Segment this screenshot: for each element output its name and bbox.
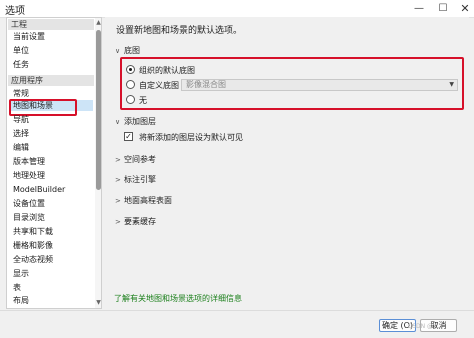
custom-basemap-select[interactable]: 影像混合图 ▼ bbox=[181, 79, 458, 91]
close-icon[interactable]: ✕ bbox=[452, 0, 474, 18]
radio-org-default-basemap[interactable] bbox=[126, 65, 135, 74]
nav-group-project: 工程 bbox=[8, 19, 94, 30]
nav-item-geoprocessing[interactable]: 地理处理 bbox=[13, 170, 45, 181]
nav-item-table[interactable]: 表 bbox=[13, 282, 21, 293]
chevron-right-icon: > bbox=[115, 218, 121, 226]
section-spatial-reference-title: 空间参考 bbox=[124, 155, 156, 164]
radio-no-basemap[interactable] bbox=[126, 95, 135, 104]
section-spatial-reference-header[interactable]: > 空间参考 bbox=[115, 154, 156, 165]
minimize-icon[interactable]: — bbox=[406, 0, 432, 18]
page-description: 设置新地图和场景的默认选项。 bbox=[116, 26, 243, 36]
nav-item-share-download[interactable]: 共享和下载 bbox=[13, 226, 53, 237]
nav-item-selection[interactable]: 选择 bbox=[13, 128, 29, 139]
nav-item-tasks[interactable]: 任务 bbox=[13, 59, 29, 70]
nav-item-layout[interactable]: 布局 bbox=[13, 295, 29, 306]
nav-item-modelbuilder[interactable]: ModelBuilder bbox=[13, 184, 65, 195]
chevron-right-icon: > bbox=[115, 197, 121, 205]
section-feature-cache-header[interactable]: > 要素缓存 bbox=[115, 216, 156, 227]
radio-org-default-basemap-label: 组织的默认底图 bbox=[139, 66, 195, 75]
nav-item-map-and-scene[interactable]: 地图和场景 bbox=[9, 99, 93, 116]
section-elevation-surface-title: 地面高程表面 bbox=[124, 196, 172, 205]
chevron-right-icon: > bbox=[115, 156, 121, 164]
radio-custom-basemap-label: 自定义底图 bbox=[139, 81, 179, 90]
scroll-down-icon[interactable]: ▼ bbox=[95, 299, 101, 306]
nav-item-current-settings[interactable]: 当前设置 bbox=[13, 31, 45, 42]
section-feature-cache-title: 要素缓存 bbox=[124, 217, 156, 226]
section-add-layers-title: 添加图层 bbox=[124, 117, 156, 126]
window-title: 选项 bbox=[5, 6, 25, 17]
dialog-footer: 确定 (O) 取消 bbox=[0, 310, 474, 338]
title-bar: 选项 — ☐ ✕ bbox=[0, 0, 474, 18]
options-content: 设置新地图和场景的默认选项。 ∨ 底图 组织的默认底图 自定义底图 影像混合图 ▼… bbox=[105, 17, 469, 309]
custom-basemap-select-value: 影像混合图 bbox=[186, 80, 226, 89]
chevron-down-icon: ▼ bbox=[449, 81, 454, 88]
nav-item-raster-imagery[interactable]: 栅格和影像 bbox=[13, 240, 53, 251]
nav-item-units[interactable]: 单位 bbox=[13, 45, 29, 56]
chevron-down-icon: ∨ bbox=[115, 118, 121, 126]
nav-scrollbar[interactable]: ▲ ▼ bbox=[95, 18, 101, 308]
radio-no-basemap-label: 无 bbox=[139, 96, 147, 105]
default-visible-checkbox[interactable]: ✓ bbox=[124, 132, 133, 141]
nav-scroll-thumb[interactable] bbox=[96, 30, 101, 190]
nav-item-catalog-browse[interactable]: 目录浏览 bbox=[13, 212, 45, 223]
section-label-engine-title: 标注引擎 bbox=[124, 175, 156, 184]
chevron-down-icon: ∨ bbox=[115, 47, 121, 55]
section-add-layers-header[interactable]: ∨ 添加图层 bbox=[115, 116, 156, 127]
default-visible-label: 将新添加的图层设为默认可见 bbox=[139, 133, 243, 142]
radio-custom-basemap[interactable] bbox=[126, 80, 135, 89]
chevron-right-icon: > bbox=[115, 176, 121, 184]
watermark: CSDN @Y... bbox=[408, 323, 442, 330]
scroll-up-icon[interactable]: ▲ bbox=[95, 19, 101, 26]
section-label-engine-header[interactable]: > 标注引擎 bbox=[115, 174, 156, 185]
nav-item-versioning[interactable]: 版本管理 bbox=[13, 156, 45, 167]
nav-item-display[interactable]: 显示 bbox=[13, 268, 29, 279]
nav-item-device-location[interactable]: 设备位置 bbox=[13, 198, 45, 209]
nav-group-application: 应用程序 bbox=[8, 75, 94, 86]
section-basemap-title: 底图 bbox=[124, 46, 140, 55]
help-link[interactable]: 了解有关地图和场景选项的详细信息 bbox=[114, 293, 242, 304]
nav-item-navigation[interactable]: 导航 bbox=[13, 114, 29, 125]
nav-item-full-motion-video[interactable]: 全动态视频 bbox=[13, 254, 53, 265]
nav-item-general[interactable]: 常规 bbox=[13, 88, 29, 99]
options-nav: 工程 当前设置 单位 任务 应用程序 常规 地图和场景 导航 选择 编辑 版本管… bbox=[6, 17, 102, 309]
section-basemap-header[interactable]: ∨ 底图 bbox=[115, 45, 140, 56]
section-elevation-surface-header[interactable]: > 地面高程表面 bbox=[115, 195, 172, 206]
nav-item-editing[interactable]: 编辑 bbox=[13, 142, 29, 153]
